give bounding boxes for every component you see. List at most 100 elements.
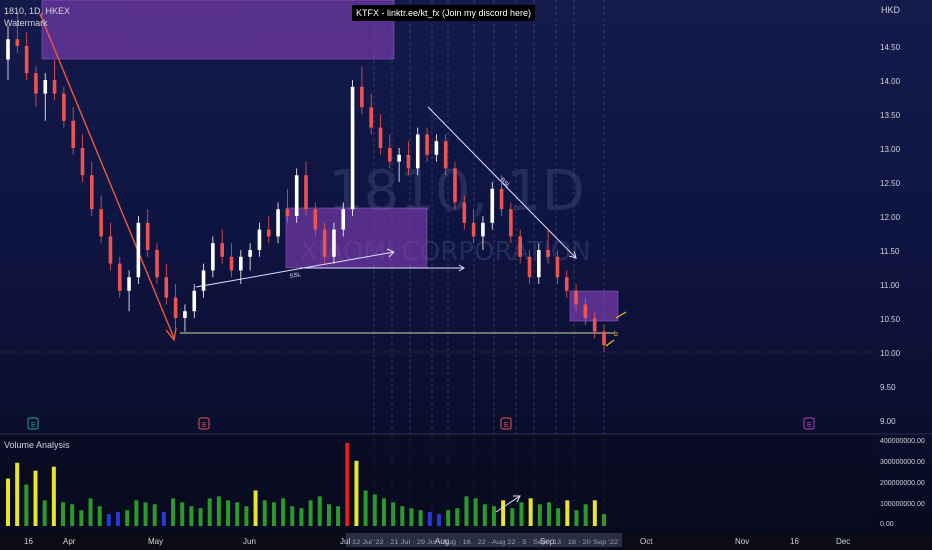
- candle-body[interactable]: [201, 270, 206, 291]
- volume-bar[interactable]: [143, 502, 148, 526]
- candle-body[interactable]: [24, 46, 29, 74]
- volume-bar[interactable]: [106, 514, 111, 526]
- candle-body[interactable]: [378, 127, 383, 148]
- candle-body[interactable]: [99, 209, 103, 237]
- candle-body[interactable]: [397, 154, 401, 162]
- volume-bar[interactable]: [97, 506, 102, 526]
- volume-bar[interactable]: [565, 500, 570, 526]
- volume-bar[interactable]: [436, 514, 441, 526]
- candle-body[interactable]: [583, 304, 588, 318]
- candle-body[interactable]: [434, 141, 439, 155]
- volume-bar[interactable]: [345, 443, 350, 526]
- volume-panel-title[interactable]: Volume Analysis: [4, 440, 70, 450]
- candle-body[interactable]: [34, 73, 38, 94]
- candle-body[interactable]: [294, 175, 299, 216]
- promo-banner[interactable]: KTFX - linktr.ee/kt_fx (Join my discord …: [352, 5, 536, 21]
- symbol-info[interactable]: 1810, 1D, HKEX: [4, 5, 70, 18]
- candle-body[interactable]: [173, 297, 178, 318]
- red-trendline[interactable]: [39, 13, 175, 339]
- volume-bar[interactable]: [161, 512, 166, 526]
- volume-bar[interactable]: [400, 506, 405, 526]
- candle-body[interactable]: [499, 188, 504, 210]
- volume-bar[interactable]: [317, 496, 322, 526]
- candle-body[interactable]: [527, 256, 532, 278]
- candle-body[interactable]: [220, 243, 224, 257]
- chart-area[interactable]: 1810, 1D XIAOMI CORPORATION b SSL BSL E …: [0, 0, 932, 550]
- volume-bar[interactable]: [262, 500, 267, 526]
- volume-bar[interactable]: [537, 504, 542, 526]
- candle-body[interactable]: [127, 277, 131, 291]
- volume-bar[interactable]: [61, 502, 66, 526]
- candle-body[interactable]: [90, 175, 94, 210]
- volume-bar[interactable]: [6, 478, 10, 526]
- volume-bar[interactable]: [281, 498, 286, 526]
- candle-body[interactable]: [155, 250, 159, 278]
- volume-bar[interactable]: [602, 514, 606, 526]
- candle-body[interactable]: [602, 331, 606, 346]
- volume-bar[interactable]: [336, 506, 341, 526]
- candle-body[interactable]: [453, 168, 457, 203]
- volume-bar[interactable]: [226, 500, 231, 526]
- volume-bar[interactable]: [546, 502, 551, 526]
- candle-body[interactable]: [332, 229, 336, 257]
- candle-body[interactable]: [537, 250, 541, 278]
- volume-bar[interactable]: [308, 500, 313, 526]
- candle-body[interactable]: [285, 209, 290, 216]
- volume-bar[interactable]: [42, 500, 47, 526]
- candle-body[interactable]: [341, 209, 346, 230]
- candle-body[interactable]: [406, 154, 411, 169]
- volume-bar[interactable]: [326, 504, 331, 526]
- candle-body[interactable]: [313, 209, 318, 230]
- candle-body[interactable]: [490, 188, 495, 223]
- candle-body[interactable]: [462, 202, 467, 223]
- volume-bar[interactable]: [216, 496, 221, 526]
- candle-body[interactable]: [564, 277, 569, 291]
- candle-body[interactable]: [80, 148, 85, 176]
- volume-bar[interactable]: [290, 506, 295, 526]
- candle-body[interactable]: [360, 86, 364, 108]
- volume-bar[interactable]: [418, 510, 423, 526]
- candle-body[interactable]: [211, 243, 215, 271]
- candle-body[interactable]: [518, 236, 522, 257]
- candle-body[interactable]: [108, 236, 113, 264]
- volume-bar[interactable]: [171, 498, 176, 526]
- candle-body[interactable]: [136, 222, 141, 278]
- chart-svg[interactable]: 1810, 1D XIAOMI CORPORATION b SSL BSL E …: [0, 0, 932, 550]
- volume-bar[interactable]: [528, 498, 533, 526]
- candle-body[interactable]: [43, 80, 48, 94]
- candle-body[interactable]: [276, 209, 280, 237]
- volume-bar[interactable]: [391, 502, 396, 526]
- candle-body[interactable]: [471, 222, 476, 237]
- volume-bar[interactable]: [372, 494, 377, 526]
- volume-bar[interactable]: [79, 510, 84, 526]
- indicator-label[interactable]: Watermark: [4, 18, 48, 28]
- candle-body[interactable]: [71, 120, 75, 148]
- volume-bar[interactable]: [15, 462, 20, 526]
- volume-bar[interactable]: [88, 498, 93, 526]
- candle-body[interactable]: [555, 256, 560, 278]
- volume-bar[interactable]: [116, 512, 121, 526]
- candle-body[interactable]: [266, 229, 271, 237]
- candle-body[interactable]: [164, 277, 169, 298]
- candle-body[interactable]: [229, 256, 234, 271]
- volume-bar[interactable]: [189, 506, 194, 526]
- volume-bar[interactable]: [409, 508, 414, 526]
- volume-bar[interactable]: [510, 508, 515, 526]
- event-badges[interactable]: E E E E: [27, 417, 815, 430]
- volume-bar[interactable]: [583, 504, 588, 526]
- candle-body[interactable]: [509, 209, 513, 237]
- candle-body[interactable]: [117, 263, 122, 291]
- candle-body[interactable]: [15, 39, 20, 46]
- volume-bar[interactable]: [482, 504, 487, 526]
- volume-bar[interactable]: [125, 510, 130, 526]
- volume-bar[interactable]: [207, 498, 212, 526]
- candle-body[interactable]: [304, 175, 308, 210]
- volume-bar[interactable]: [574, 510, 579, 526]
- candle-body[interactable]: [481, 222, 485, 237]
- volume-bar[interactable]: [244, 506, 249, 526]
- volume-bar[interactable]: [299, 508, 304, 526]
- candle-body[interactable]: [369, 107, 373, 128]
- volume-bar[interactable]: [134, 500, 139, 526]
- candle-body[interactable]: [52, 80, 57, 94]
- volume-bar[interactable]: [198, 508, 203, 526]
